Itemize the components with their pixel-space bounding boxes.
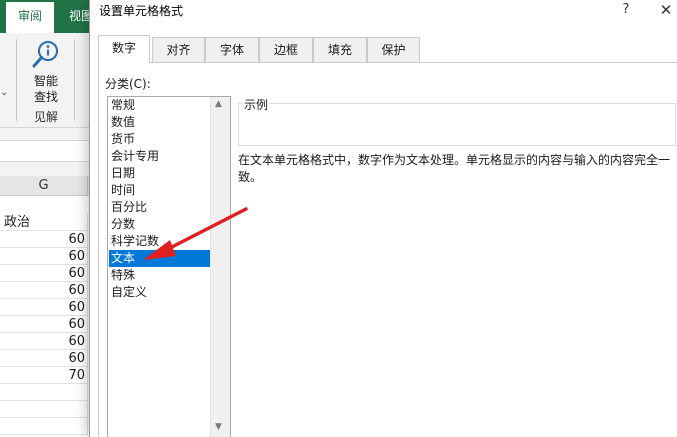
worksheet-grid: 政治 60 60 60 60 60 60 60 60 70: [0, 196, 100, 437]
formula-bar[interactable]: [0, 140, 100, 162]
sample-label: 示例: [243, 96, 270, 113]
ribbon-separator: [74, 39, 75, 121]
scroll-down-icon[interactable]: ▼: [215, 422, 222, 432]
sample-groupbox: 示例: [238, 96, 676, 146]
category-item-general[interactable]: 常规: [109, 97, 210, 114]
cell-value[interactable]: 60: [0, 265, 88, 282]
tab-font[interactable]: 字体: [205, 37, 259, 62]
category-item-time[interactable]: 时间: [109, 182, 210, 199]
category-item-number[interactable]: 数值: [109, 114, 210, 131]
cell-value[interactable]: 60: [0, 282, 88, 299]
smart-lookup-icon: [32, 41, 58, 68]
tab-number[interactable]: 数字: [98, 35, 150, 63]
category-item-scientific[interactable]: 科学记数: [109, 233, 210, 250]
category-item-text[interactable]: 文本: [109, 250, 210, 267]
category-item-special[interactable]: 特殊: [109, 267, 210, 284]
cell-value[interactable]: 60: [0, 299, 88, 316]
cell-header-politics[interactable]: 政治: [0, 214, 88, 231]
format-description: 在文本单元格格式中，数字作为文本处理。单元格显示的内容与输入的内容完全一致。: [238, 153, 671, 184]
category-listbox[interactable]: 常规 数值 货币 会计专用 日期 时间 百分比 分数 科学记数 文本 特殊 自定…: [107, 96, 231, 437]
category-scrollbar[interactable]: ▲ ▼: [210, 97, 230, 437]
cell-empty[interactable]: [0, 418, 88, 435]
category-item-accounting[interactable]: 会计专用: [109, 148, 210, 165]
dialog-title: 设置单元格格式: [99, 4, 184, 18]
category-item-date[interactable]: 日期: [109, 165, 210, 182]
category-item-fraction[interactable]: 分数: [109, 216, 210, 233]
ribbon-collapse-caret-icon[interactable]: ⌄: [0, 87, 8, 98]
column-header-g[interactable]: G: [0, 176, 88, 196]
category-item-custom[interactable]: 自定义: [109, 284, 210, 301]
dialog-tab-bar: 数字 对齐 字体 边框 填充 保护: [98, 35, 670, 63]
insights-group-label: 见解: [33, 110, 58, 124]
column-header-row: G: [0, 176, 100, 196]
tab-border[interactable]: 边框: [259, 37, 313, 62]
ribbon-body: ⌄ 智能 查找 见解: [0, 33, 100, 128]
scroll-up-icon[interactable]: ▲: [215, 99, 222, 109]
cell-value[interactable]: 60: [0, 248, 88, 265]
tab-alignment[interactable]: 对齐: [152, 37, 205, 62]
cell-empty[interactable]: [0, 401, 88, 418]
cell-value[interactable]: 60: [0, 333, 88, 350]
format-cells-dialog: 设置单元格格式 ? ✕ 数字 对齐 字体 边框 填充 保护 分类(C): 常规 …: [89, 0, 677, 437]
cell-value[interactable]: 70: [0, 367, 88, 384]
ribbon-tab-bar: 审阅 视图: [0, 0, 100, 33]
category-label: 分类(C):: [105, 77, 151, 91]
help-button[interactable]: ?: [616, 0, 636, 20]
cell-value[interactable]: 60: [0, 350, 88, 367]
cell-empty[interactable]: [0, 384, 88, 401]
category-item-currency[interactable]: 货币: [109, 131, 210, 148]
ribbon-separator: [16, 39, 17, 121]
close-button[interactable]: ✕: [655, 0, 677, 20]
tab-protection[interactable]: 保护: [367, 37, 420, 62]
tab-fill[interactable]: 填充: [313, 37, 367, 62]
cell-value[interactable]: 60: [0, 316, 88, 333]
cell-value[interactable]: 60: [0, 231, 88, 248]
smart-lookup-label: 智能 查找: [33, 74, 58, 104]
ribbon-tab-review[interactable]: 审阅: [6, 2, 54, 33]
number-tab-panel: 分类(C): 常规 数值 货币 会计专用 日期 时间 百分比 分数 科学记数 文…: [98, 62, 677, 437]
category-item-percentage[interactable]: 百分比: [109, 199, 210, 216]
